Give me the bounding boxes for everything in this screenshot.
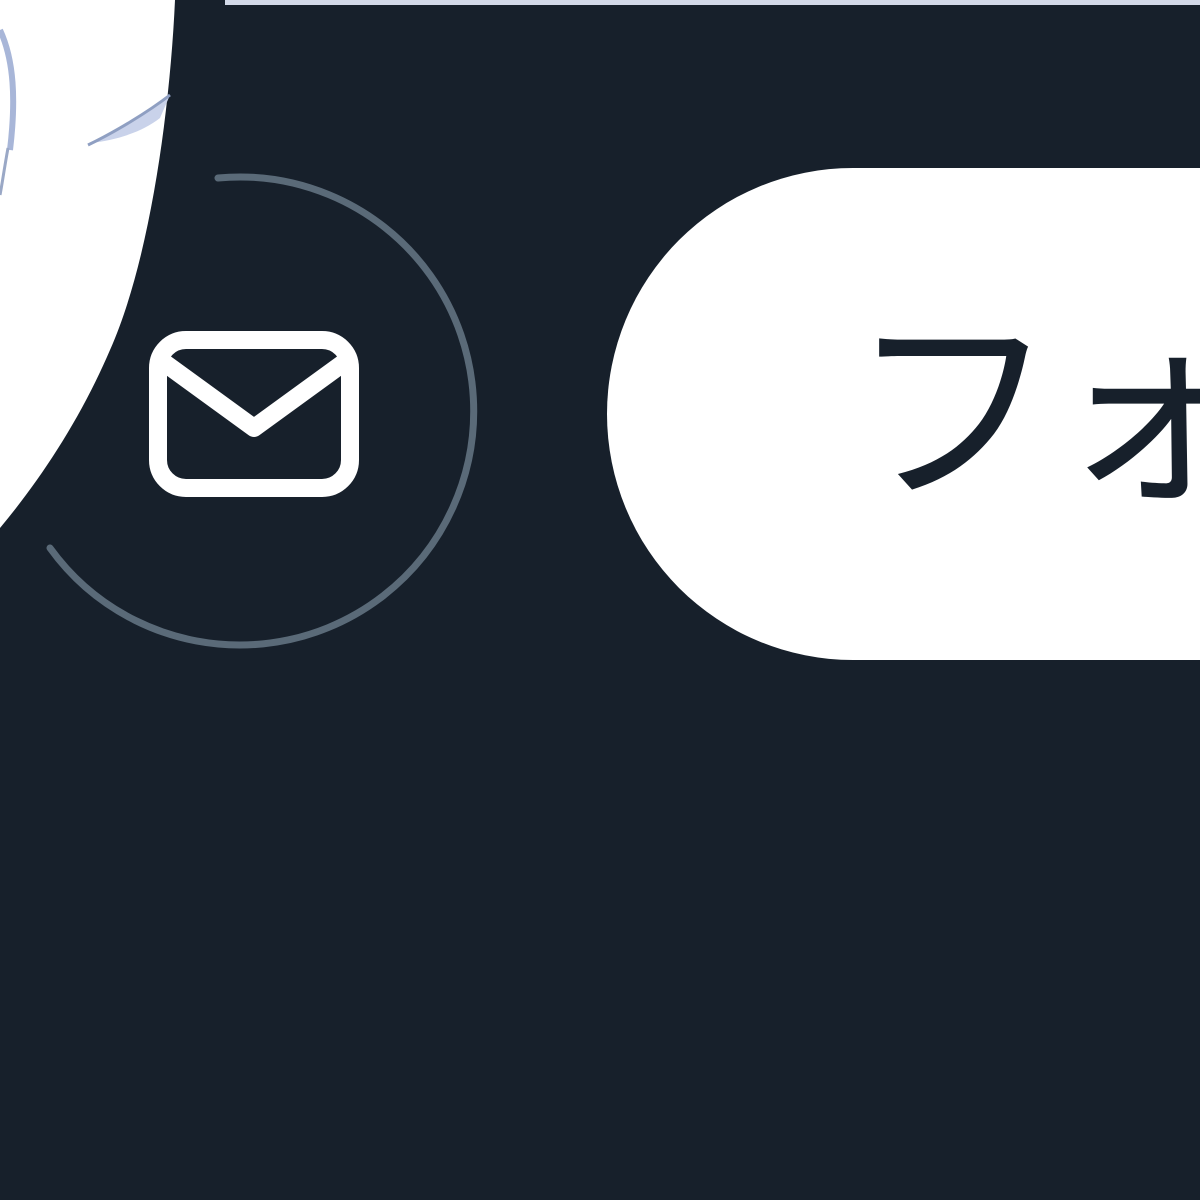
mail-icon xyxy=(148,330,360,498)
follow-button-label: フォ xyxy=(849,293,1200,535)
profile-header-actions: フォ xyxy=(0,0,1200,1200)
banner-edge xyxy=(225,0,1200,5)
follow-button[interactable]: フォ xyxy=(607,168,1200,660)
